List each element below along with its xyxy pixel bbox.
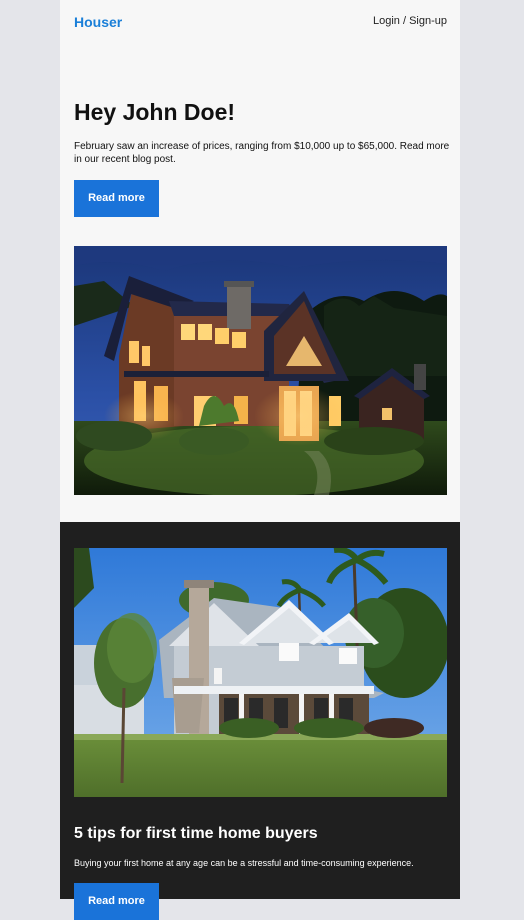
- read-more-button[interactable]: Read more: [74, 180, 159, 217]
- brand-logo[interactable]: Houser: [74, 14, 122, 30]
- hero-section: Houser Login / Sign-up Hey John Doe! Feb…: [60, 0, 460, 522]
- article-house-image: [74, 548, 447, 797]
- intro-text: February saw an increase of prices, rang…: [74, 141, 450, 165]
- hero-house-image: [74, 246, 447, 495]
- article-section: 5 tips for first time home buyers Buying…: [60, 522, 460, 920]
- login-signup-link[interactable]: Login / Sign-up: [373, 15, 447, 28]
- greeting-heading: Hey John Doe!: [74, 99, 236, 125]
- email-container: Houser Login / Sign-up Hey John Doe! Feb…: [60, 0, 460, 920]
- article-description: Buying your first home at any age can be…: [74, 858, 414, 868]
- article-title: 5 tips for first time home buyers: [74, 825, 318, 842]
- article-read-more-button[interactable]: Read more: [74, 883, 159, 920]
